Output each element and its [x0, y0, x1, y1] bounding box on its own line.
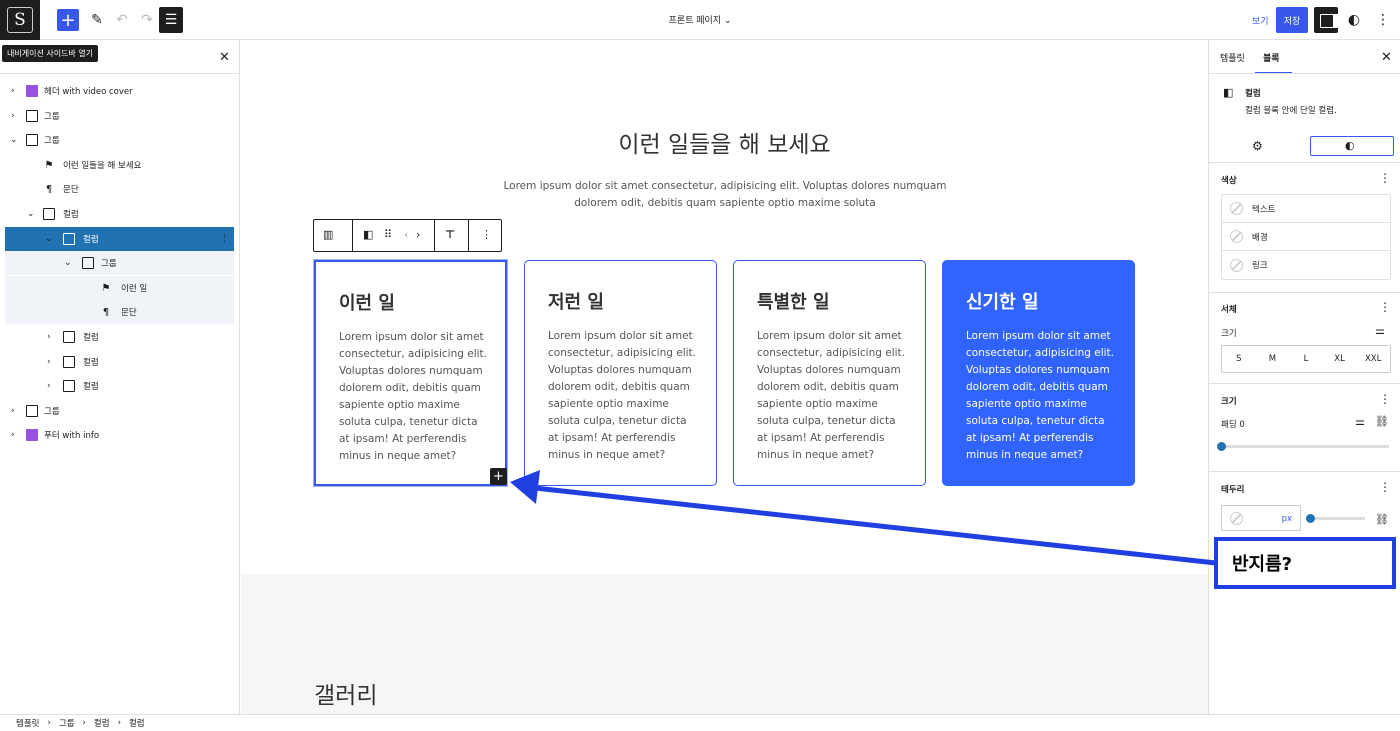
annotation-arrow [510, 470, 1217, 566]
annotation-callout: 반지름? [1214, 537, 1396, 589]
